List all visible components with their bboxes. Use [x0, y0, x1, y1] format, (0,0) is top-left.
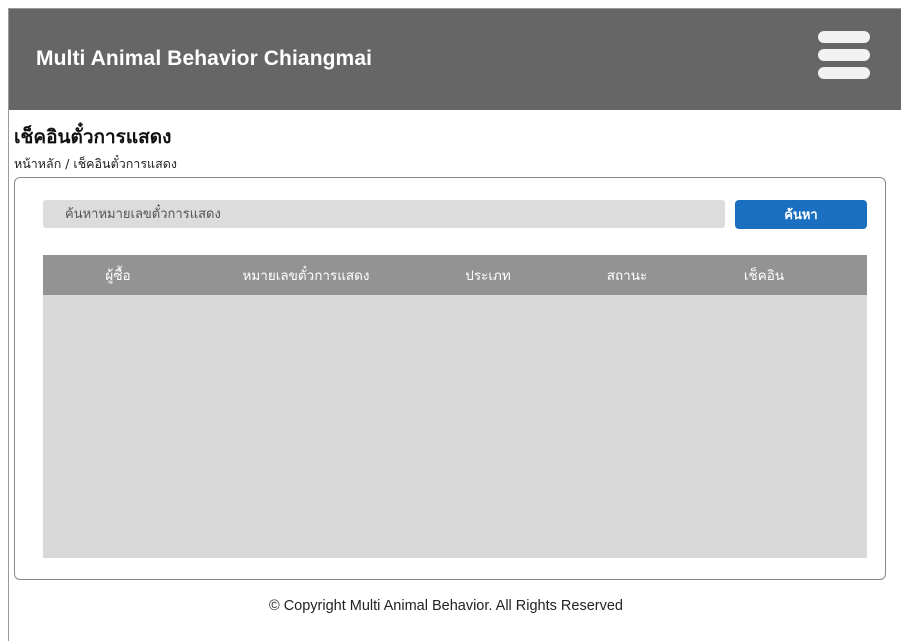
column-header-status: สถานะ	[606, 268, 648, 284]
top-header: Multi Animal Behavior Chiangmai	[9, 9, 901, 110]
tickets-table: ผู้ซื้อ หมายเลขตั๋วการแสดง ประเภท สถานะ …	[43, 255, 867, 558]
brand-title: Multi Animal Behavior Chiangmai	[36, 47, 373, 70]
ticket-search-input[interactable]	[43, 200, 725, 228]
checkin-panel: ค้นหา ผู้ซื้อ หมายเลขตั๋วการแสดง ประเภท …	[14, 177, 886, 580]
column-header-ticket-number: หมายเลขตั๋วการแสดง	[242, 268, 370, 284]
search-button[interactable]: ค้นหา	[735, 200, 867, 229]
menu-bar-middle	[818, 49, 870, 61]
table-body	[43, 295, 867, 558]
breadcrumb[interactable]: หน้าหลัก / เช็คอินตั๋วการแสดง	[14, 154, 177, 174]
menu-bar-bottom	[818, 67, 870, 79]
column-header-buyer: ผู้ซื้อ	[105, 268, 131, 284]
column-header-checkin: เช็คอิน	[743, 268, 785, 284]
page-title: เช็คอินตั๋วการแสดง	[14, 126, 172, 148]
footer-copyright: © Copyright Multi Animal Behavior. All R…	[268, 598, 623, 614]
menu-bar-top	[818, 31, 870, 43]
column-header-type: ประเภท	[465, 268, 511, 284]
table-header: ผู้ซื้อ หมายเลขตั๋วการแสดง ประเภท สถานะ …	[43, 255, 867, 295]
hamburger-menu-icon[interactable]	[818, 31, 870, 79]
